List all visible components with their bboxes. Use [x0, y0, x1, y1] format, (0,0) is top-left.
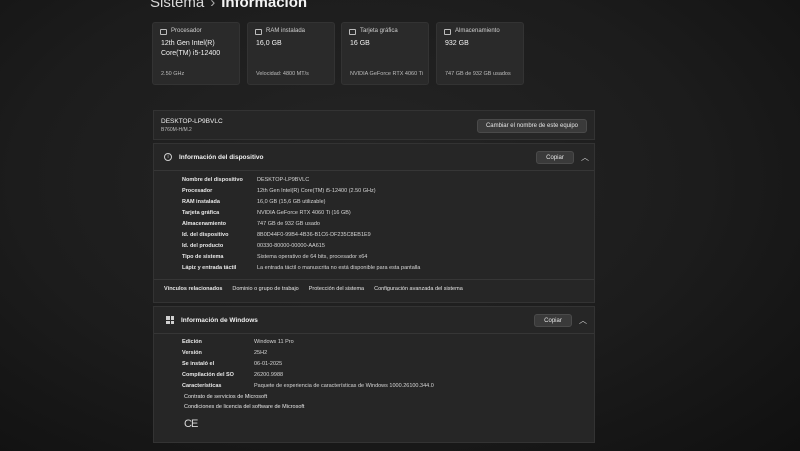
spec-value: 12th Gen Intel(R) Core(TM) i5-12400 (2.5…: [257, 188, 376, 194]
link-system-protection[interactable]: Protección del sistema: [309, 286, 364, 292]
card-sub: NVIDIA GeForce RTX 4060 Ti: [350, 71, 423, 77]
card-label: RAM instalada: [266, 28, 306, 34]
rename-pc-button[interactable]: Cambiar el nombre de este equipo: [477, 119, 587, 133]
card-label: Procesador: [171, 28, 202, 34]
spec-key: Lápiz y entrada táctil: [182, 265, 237, 271]
spec-key: RAM instalada: [182, 199, 220, 205]
spec-value: Windows 11 Pro: [254, 339, 294, 345]
breadcrumb-separator: ›: [210, 0, 216, 11]
spec-key: Tarjeta gráfica: [182, 210, 220, 216]
device-info-title: Información del dispositivo: [179, 154, 264, 161]
breadcrumb: Sistema › Información: [150, 0, 307, 11]
spec-value: La entrada táctil o manuscrita no está d…: [257, 265, 421, 271]
related-links: Vínculos relacionados Dominio o grupo de…: [164, 286, 463, 292]
card-sub: 2.50 GHz: [161, 71, 185, 77]
spec-value: 25H2: [254, 350, 268, 356]
copy-device-info-button[interactable]: Copiar: [536, 151, 574, 164]
settings-window: Sistema › Información Procesador 12th Gen …: [0, 0, 800, 451]
spec-value: 16,0 GB (15,6 GB utilizable): [257, 199, 326, 205]
card-gpu: Tarjeta gráfica 16 GB NVIDIA GeForce RTX…: [341, 22, 429, 85]
spec-key: Id. del producto: [182, 243, 224, 249]
breadcrumb-parent[interactable]: Sistema: [150, 0, 204, 11]
spec-value: 26200.9988: [254, 372, 284, 378]
gpu-icon: [349, 29, 356, 35]
card-value: 932 GB: [445, 40, 469, 47]
spec-value: 747 GB de 932 GB usado: [257, 221, 320, 227]
spec-key: Edición: [182, 339, 202, 345]
link-license-terms[interactable]: Condiciones de licencia del software de …: [184, 404, 304, 410]
spec-key: Procesador: [182, 188, 213, 194]
link-domain-workgroup[interactable]: Dominio o grupo de trabajo: [232, 286, 298, 292]
card-sub: 747 GB de 932 GB usados: [445, 71, 511, 77]
chevron-up-icon[interactable]: ︿: [579, 315, 587, 326]
divider: [154, 170, 594, 171]
spec-key: Se instaló el: [182, 361, 215, 367]
card-storage: Almacenamiento 932 GB 747 GB de 932 GB u…: [436, 22, 524, 85]
spec-key: Almacenamiento: [182, 221, 227, 227]
storage-icon: [444, 29, 451, 35]
device-name: DESKTOP-LP9BVLC: [161, 118, 223, 125]
chip-icon: [160, 29, 167, 35]
device-header: DESKTOP-LP9BVLC B760M-H/M.2 Cambiar el n…: [153, 110, 595, 140]
card-value: 16 GB: [350, 40, 370, 47]
card-ram: RAM instalada 16,0 GB Velocidad: 4800 MT…: [247, 22, 335, 85]
link-services-agreement[interactable]: Contrato de servicios de Microsoft: [184, 394, 267, 400]
spec-key: Id. del dispositivo: [182, 232, 229, 238]
windows-info-title: Información de Windows: [181, 317, 258, 324]
spec-key: Nombre del dispositivo: [182, 177, 243, 183]
card-sub: Velocidad: 4800 MT/s: [256, 71, 309, 77]
spec-value: Sistema operativo de 64 bits, procesador…: [257, 254, 368, 260]
spec-key: Características: [182, 383, 222, 389]
page-title: Información: [221, 0, 308, 11]
spec-value: 00330-80000-00000-AA615: [257, 243, 325, 249]
device-info-section: i Información del dispositivo Copiar ︿ N…: [153, 143, 595, 303]
spec-key: Tipo de sistema: [182, 254, 224, 260]
copy-windows-info-button[interactable]: Copiar: [534, 314, 572, 327]
chevron-up-icon[interactable]: ︿: [581, 152, 589, 163]
device-model: B760M-H/M.2: [161, 127, 192, 133]
windows-info-section: Información de Windows Copiar ︿ Edición W…: [153, 306, 595, 443]
link-advanced-settings[interactable]: Configuración avanzada del sistema: [374, 286, 463, 292]
info-icon: i: [164, 153, 172, 161]
card-label: Tarjeta gráfica: [360, 28, 398, 34]
spec-key: Versión: [182, 350, 202, 356]
spec-value: DESKTOP-LP9BVLC: [257, 177, 310, 183]
ram-icon: [255, 29, 262, 35]
ce-mark-icon: CE: [184, 418, 198, 430]
spec-value: NVIDIA GeForce RTX 4060 Ti (16 GB): [257, 210, 351, 216]
spec-value: 8B0D44F0-99B4-4B36-B1C6-DF235C8EB1E9: [257, 232, 371, 238]
spec-value: 06-01-2025: [254, 361, 283, 367]
divider: [154, 279, 594, 280]
divider: [154, 333, 594, 334]
card-label: Almacenamiento: [455, 28, 500, 34]
spec-value: Paquete de experiencia de característica…: [254, 383, 434, 389]
windows-logo-icon: [166, 316, 174, 324]
card-processor: Procesador 12th Gen Intel(R) Core(TM) i5…: [152, 22, 240, 85]
spec-key: Compilación del SO: [182, 372, 234, 378]
card-value: 16,0 GB: [256, 40, 282, 47]
related-links-label: Vínculos relacionados: [164, 286, 223, 292]
card-value: 12th Gen Intel(R) Core(TM) i5-12400: [161, 40, 221, 57]
